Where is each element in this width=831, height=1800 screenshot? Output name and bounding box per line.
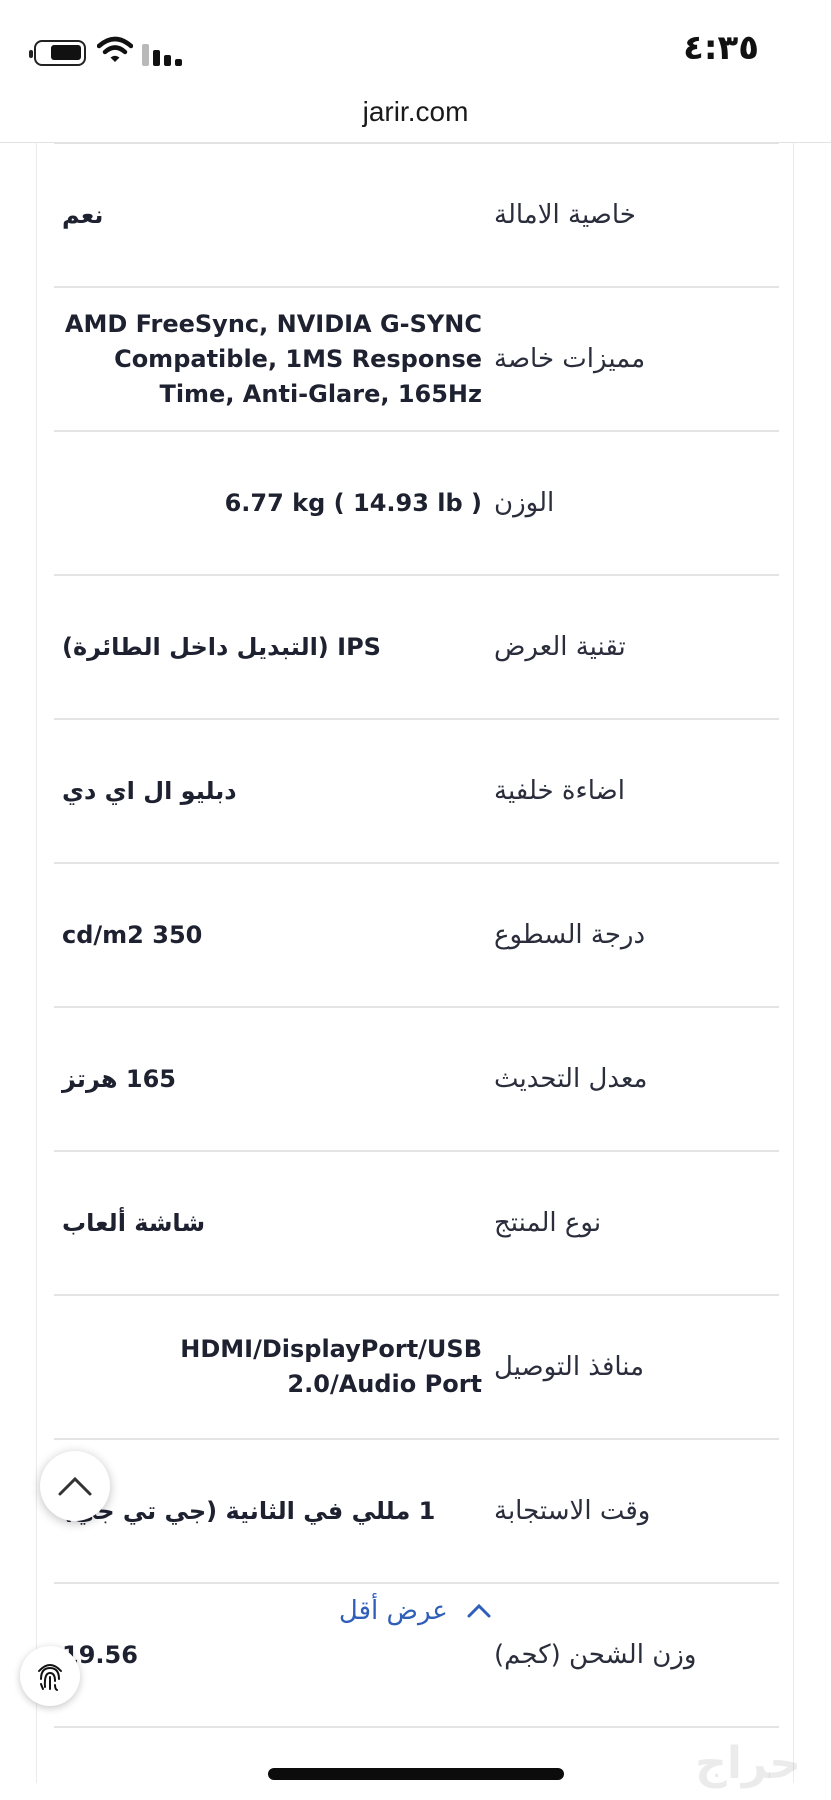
spec-label: درجة السطوع	[494, 920, 646, 950]
spec-row-backlight: اضاءة خلفية دبليو ال اي دي	[54, 720, 779, 864]
spec-row-weight: الوزن 6.77 kg ( 14.93 lb )	[54, 432, 779, 576]
spec-value: دبليو ال اي دي	[62, 776, 237, 805]
specs-card: خاصية الامالة نعم مميزات خاصة AMD FreeSy…	[36, 143, 794, 1783]
show-less-label[interactable]: عرض أقل	[339, 1596, 448, 1626]
specs-table: خاصية الامالة نعم مميزات خاصة AMD FreeSy…	[54, 143, 779, 1728]
spec-row-response-time: وقت الاستجابة 1 مللي في الثانية (جي تي ج…	[54, 1440, 779, 1584]
spec-value: 6.77 kg ( 14.93 lb )	[224, 488, 482, 517]
spec-row-brightness: درجة السطوع 350 cd/m2	[54, 864, 779, 1008]
spec-label: اضاءة خلفية	[494, 776, 625, 806]
status-bar: ٤:٣٥	[0, 0, 831, 95]
watermark-logo: حراج	[695, 1738, 801, 1789]
url-text[interactable]: jarir.com	[0, 95, 831, 129]
scroll-to-top-button[interactable]	[40, 1451, 110, 1521]
spec-label: معدل التحديث	[494, 1064, 648, 1094]
spec-row-display-technology: تقنية العرض IPS (التبديل داخل الطائرة)	[54, 576, 779, 720]
spec-label: الوزن	[494, 488, 555, 518]
spec-value: 350 cd/m2	[62, 920, 203, 949]
spec-label: خاصية الامالة	[494, 200, 636, 230]
spec-label: نوع المنتج	[494, 1208, 602, 1238]
battery-icon	[29, 40, 86, 66]
cellular-signal-icon	[142, 42, 182, 66]
status-time: ٤:٣٥	[683, 28, 759, 68]
fingerprint-button[interactable]	[20, 1646, 80, 1706]
spec-label: تقنية العرض	[494, 632, 626, 662]
spec-value: شاشة ألعاب	[62, 1208, 206, 1237]
home-indicator	[268, 1768, 564, 1780]
spec-label: وقت الاستجابة	[494, 1496, 651, 1526]
wifi-icon	[97, 36, 133, 62]
spec-label: منافذ التوصيل	[494, 1352, 645, 1382]
spec-row-tilt: خاصية الامالة نعم	[54, 144, 779, 288]
spec-row-product-type: نوع المنتج شاشة ألعاب	[54, 1152, 779, 1296]
spec-value: IPS (التبديل داخل الطائرة)	[62, 632, 381, 661]
spec-value: 1 مللي في الثانية (جي تي جي)	[62, 1496, 436, 1525]
spec-row-ports: منافذ التوصيل HDMI/DisplayPort/USB 2.0/A…	[54, 1296, 779, 1440]
spec-value: نعم	[62, 200, 104, 229]
show-less-link[interactable]: عرض أقل	[0, 1596, 831, 1626]
spec-value: AMD FreeSync, NVIDIA G-SYNC Compatible, …	[64, 309, 482, 408]
spec-value: HDMI/DisplayPort/USB 2.0/Audio Port	[180, 1335, 482, 1398]
spec-row-special-features: مميزات خاصة AMD FreeSync, NVIDIA G-SYNC …	[54, 288, 779, 432]
spec-label: مميزات خاصة	[494, 344, 646, 374]
browser-url-bar[interactable]: jarir.com	[0, 95, 831, 143]
spec-row-refresh-rate: معدل التحديث 165 هرتز	[54, 1008, 779, 1152]
spec-value: 165 هرتز	[62, 1064, 176, 1093]
chevron-up-icon	[466, 1596, 492, 1626]
chevron-up-icon	[58, 1476, 92, 1496]
fingerprint-icon	[38, 1664, 62, 1691]
